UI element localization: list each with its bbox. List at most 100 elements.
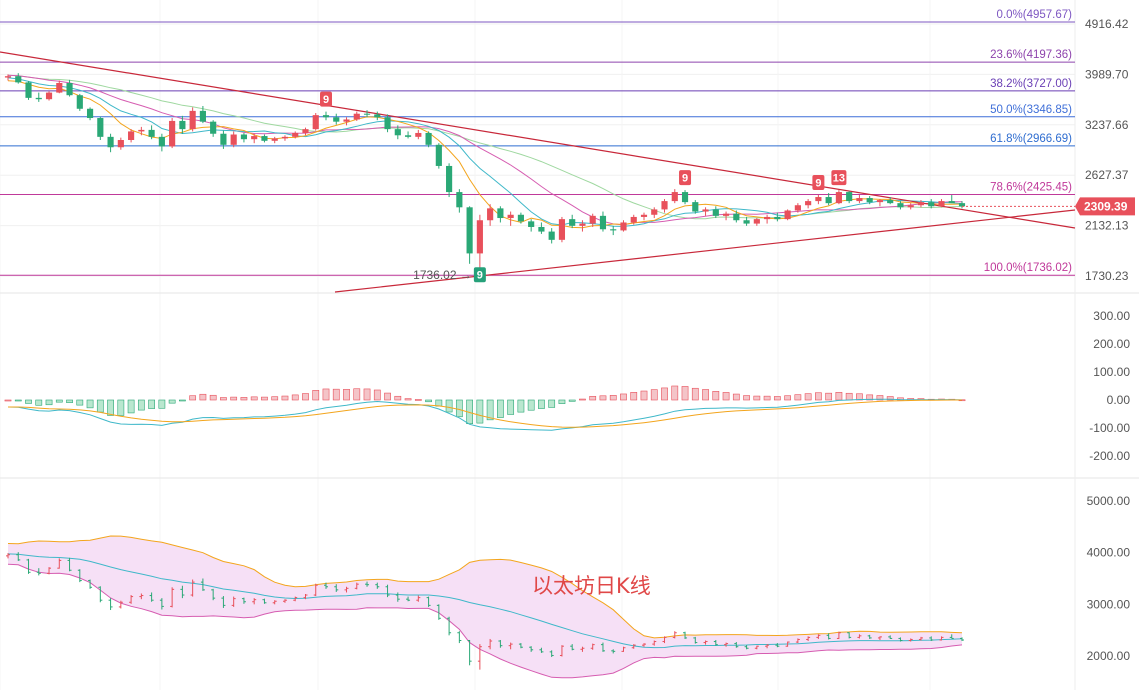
candle-body (517, 214, 524, 222)
macd-histogram-bar (845, 392, 853, 401)
macd-histogram-bar (722, 392, 730, 401)
chart-title: 以太坊日K线 (532, 574, 651, 598)
macd-histogram-bar (712, 391, 720, 401)
macd-histogram-bar (445, 399, 453, 413)
candle-body (497, 208, 504, 219)
macd-tick-label: 200.00 (1093, 337, 1130, 351)
macd-histogram-bar (55, 399, 63, 403)
macd-histogram-bar (804, 393, 812, 401)
fib-level-label: 23.6%(4197.36) (990, 49, 1072, 61)
macd-histogram-bar (702, 389, 709, 401)
candle-body (764, 216, 771, 220)
macd-histogram-bar (14, 399, 22, 402)
candle-body (45, 92, 53, 100)
current-price-label: 2309.39 (1084, 199, 1128, 213)
macd-histogram-bar (681, 386, 689, 401)
macd-histogram-bar (66, 399, 73, 403)
td-signal-label: 9 (682, 173, 688, 185)
macd-histogram-bar (179, 399, 186, 402)
macd-histogram-bar (25, 399, 32, 404)
macd-histogram-bar (650, 389, 658, 401)
candle-body (384, 117, 391, 130)
candle-body (353, 113, 360, 120)
macd-histogram-bar (45, 399, 53, 406)
candle-body (210, 121, 217, 134)
candle-body (199, 110, 206, 122)
ethereum-daily-chart[interactable]: 0.0%(4957.67) 23.6%(4197.36) 38.2%(3727.00… (0, 0, 1139, 690)
candle-body (743, 220, 750, 224)
macd-histogram-bar (404, 398, 412, 401)
price-tick-label: 1730.23 (1085, 269, 1129, 283)
macd-histogram-bar (281, 395, 289, 401)
candle-body (856, 198, 863, 202)
macd-histogram-bar (425, 399, 432, 403)
candle-body (86, 108, 94, 119)
macd-histogram-bar (343, 388, 350, 401)
candle-body (876, 200, 884, 203)
fib-level-label: 78.6%(2425.45) (990, 181, 1072, 193)
candle-body (784, 210, 791, 220)
macd-histogram-bar (455, 399, 463, 418)
macd-histogram-bar (96, 399, 104, 413)
candle-body (651, 209, 658, 215)
macd-histogram-bar (507, 399, 515, 415)
candle-body (887, 200, 894, 204)
candle-body (712, 209, 719, 216)
macd-histogram-bar (753, 395, 761, 401)
td-signal-label: 13 (833, 173, 845, 185)
candle-body (702, 209, 709, 212)
candle-body (599, 215, 607, 230)
fib-level-label: 100.0%(1736.02) (984, 262, 1072, 274)
td-signal-label: 9 (815, 178, 821, 190)
fib-level-label: 61.8%(2966.69) (990, 133, 1072, 145)
fib-level-label: 0.0%(4957.67) (997, 9, 1073, 21)
macd-tick-label: -200.00 (1089, 449, 1130, 463)
candle-body (404, 135, 412, 137)
candle-body (56, 83, 63, 93)
candle-body (435, 144, 442, 166)
candle-body (589, 215, 596, 224)
candle-body (240, 134, 248, 140)
macd-histogram-bar (589, 395, 597, 401)
candle-body (446, 165, 453, 193)
macd-histogram-bar (199, 393, 207, 401)
candle-body (640, 214, 648, 217)
candle-body (835, 192, 842, 204)
price-tick-label: 2132.13 (1085, 219, 1129, 233)
candle-body (733, 213, 740, 221)
macd-histogram-bar (168, 399, 176, 404)
candle-body (271, 138, 278, 141)
macd-histogram-bar (835, 392, 843, 401)
candle-body (158, 136, 165, 147)
macd-tick-label: -100.00 (1089, 421, 1130, 435)
macd-histogram-bar (76, 399, 84, 406)
macd-histogram-bar (599, 395, 607, 401)
macd-histogram-bar (548, 399, 556, 408)
price-tick-label: 2627.37 (1085, 168, 1129, 182)
macd-histogram-bar (189, 395, 197, 401)
candle-body (4, 76, 12, 78)
candle-body (415, 132, 422, 137)
moving-averages (7, 74, 963, 229)
boll-tick-label: 4000.00 (1087, 546, 1131, 560)
macd-histogram-bar (384, 392, 391, 401)
macd-histogram-bar (527, 399, 535, 411)
candle-body (25, 82, 32, 98)
macd-histogram-bar (691, 387, 699, 401)
candle-body (148, 129, 155, 137)
macd-histogram-bar (302, 393, 309, 401)
macd-histogram-bar (363, 388, 371, 401)
candle-body (312, 115, 319, 130)
candle-body (179, 120, 186, 130)
candle-body (528, 221, 535, 227)
macd-histogram-bar (743, 395, 750, 401)
candle-body (302, 129, 309, 133)
boll-tick-label: 5000.00 (1087, 494, 1131, 508)
macd-histogram-bar (394, 395, 402, 401)
candle-body (333, 117, 340, 122)
candle-body (281, 136, 289, 139)
candle-body (538, 226, 545, 232)
candle-body (261, 136, 268, 141)
candle-body (661, 201, 668, 210)
candle-body (938, 201, 945, 207)
